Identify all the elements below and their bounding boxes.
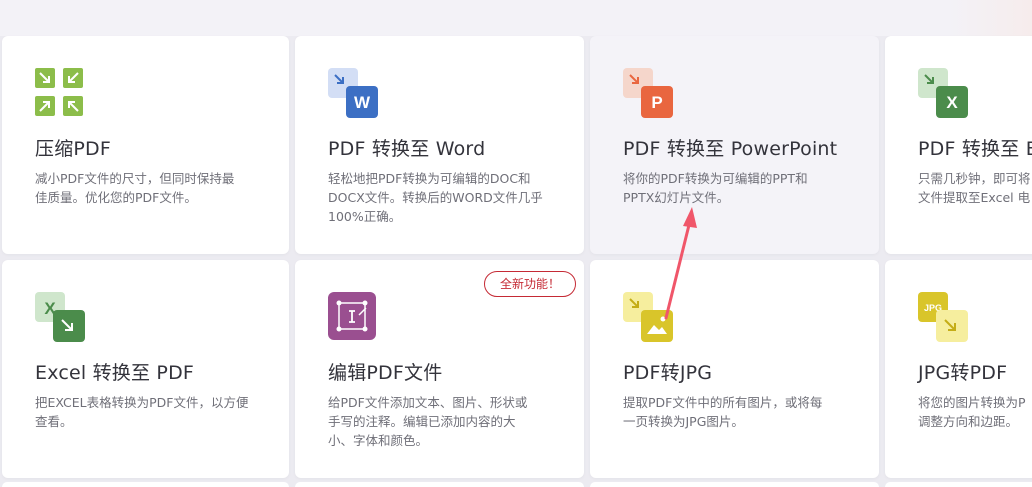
tool-card-pdf-to-jpg[interactable]: PDF转JPG 提取PDF文件中的所有图片，或将每 一页转换为JPG图片。 (590, 260, 879, 478)
card-title: Excel 转换至 PDF (35, 362, 195, 384)
compress-arrows-icon (35, 68, 83, 116)
card-description: 轻松地把PDF转换为可编辑的DOC和 DOCX文件。转换后的WORD文件几乎 1… (328, 171, 543, 224)
tool-card-jpg-to-pdf[interactable]: JPG JPG转PDF 将您的图片转换为P 调整方向和边距。 (885, 260, 1032, 478)
image-icon (623, 292, 673, 342)
powerpoint-icon: P (623, 68, 673, 118)
edit-pdf-icon (328, 292, 376, 340)
card-description: 减小PDF文件的尺寸，但同时保持最 佳质量。优化您的PDF文件。 (35, 171, 235, 205)
tool-card-pdf-to-excel[interactable]: X PDF 转换至 E 只需几秒钟，即可将 文件提取至Excel 电 (885, 36, 1032, 254)
svg-text:W: W (354, 93, 371, 112)
card-title: 压缩PDF (35, 138, 112, 160)
card-description: 将你的PDF转换为可编辑的PPT和 PPTX幻灯片文件。 (623, 171, 808, 205)
card-title: PDF转JPG (623, 362, 713, 384)
card-title: PDF 转换至 PowerPoint (623, 138, 838, 160)
tool-card-pdf-to-powerpoint[interactable]: P PDF 转换至 PowerPoint 将你的PDF转换为可编辑的PPT和 P… (590, 36, 879, 254)
tool-card-compress-pdf[interactable]: 压缩PDF 减小PDF文件的尺寸，但同时保持最 佳质量。优化您的PDF文件。 (2, 36, 289, 254)
card-description: 提取PDF文件中的所有图片，或将每 一页转换为JPG图片。 (623, 395, 823, 429)
excel-icon: X (918, 68, 968, 118)
next-row-edge (0, 482, 1032, 487)
card-description: 给PDF文件添加文本、图片、形状或 手写的注释。编辑已添加内容的大 小、字体和颜… (328, 395, 528, 448)
tool-card-edit-pdf[interactable]: 全新功能！ 编辑PDF文件 给PDF文件添加文本、图片、形状或 手写的注释。编辑… (295, 260, 584, 478)
svg-text:X: X (946, 93, 958, 112)
word-icon: W (328, 68, 378, 118)
card-description: 把EXCEL表格转换为PDF文件，以方便 查看。 (35, 395, 249, 429)
svg-text:P: P (651, 93, 662, 112)
tool-card-excel-to-pdf[interactable]: X Excel 转换至 PDF 把EXCEL表格转换为PDF文件，以方便 查看。 (2, 260, 289, 478)
tool-card-pdf-to-word[interactable]: W PDF 转换至 Word 轻松地把PDF转换为可编辑的DOC和 DOCX文件… (295, 36, 584, 254)
excel-icon: X (35, 292, 85, 342)
card-title: PDF 转换至 E (918, 138, 1032, 160)
jpg-icon: JPG (918, 292, 968, 342)
card-title: 编辑PDF文件 (328, 362, 443, 384)
card-title: JPG转PDF (918, 362, 1008, 384)
card-description: 将您的图片转换为P 调整方向和边距。 (918, 395, 1026, 429)
card-description: 只需几秒钟，即可将 文件提取至Excel 电 (918, 171, 1031, 205)
new-feature-badge: 全新功能！ (484, 271, 576, 297)
top-band (0, 0, 1032, 36)
card-title: PDF 转换至 Word (328, 138, 486, 160)
